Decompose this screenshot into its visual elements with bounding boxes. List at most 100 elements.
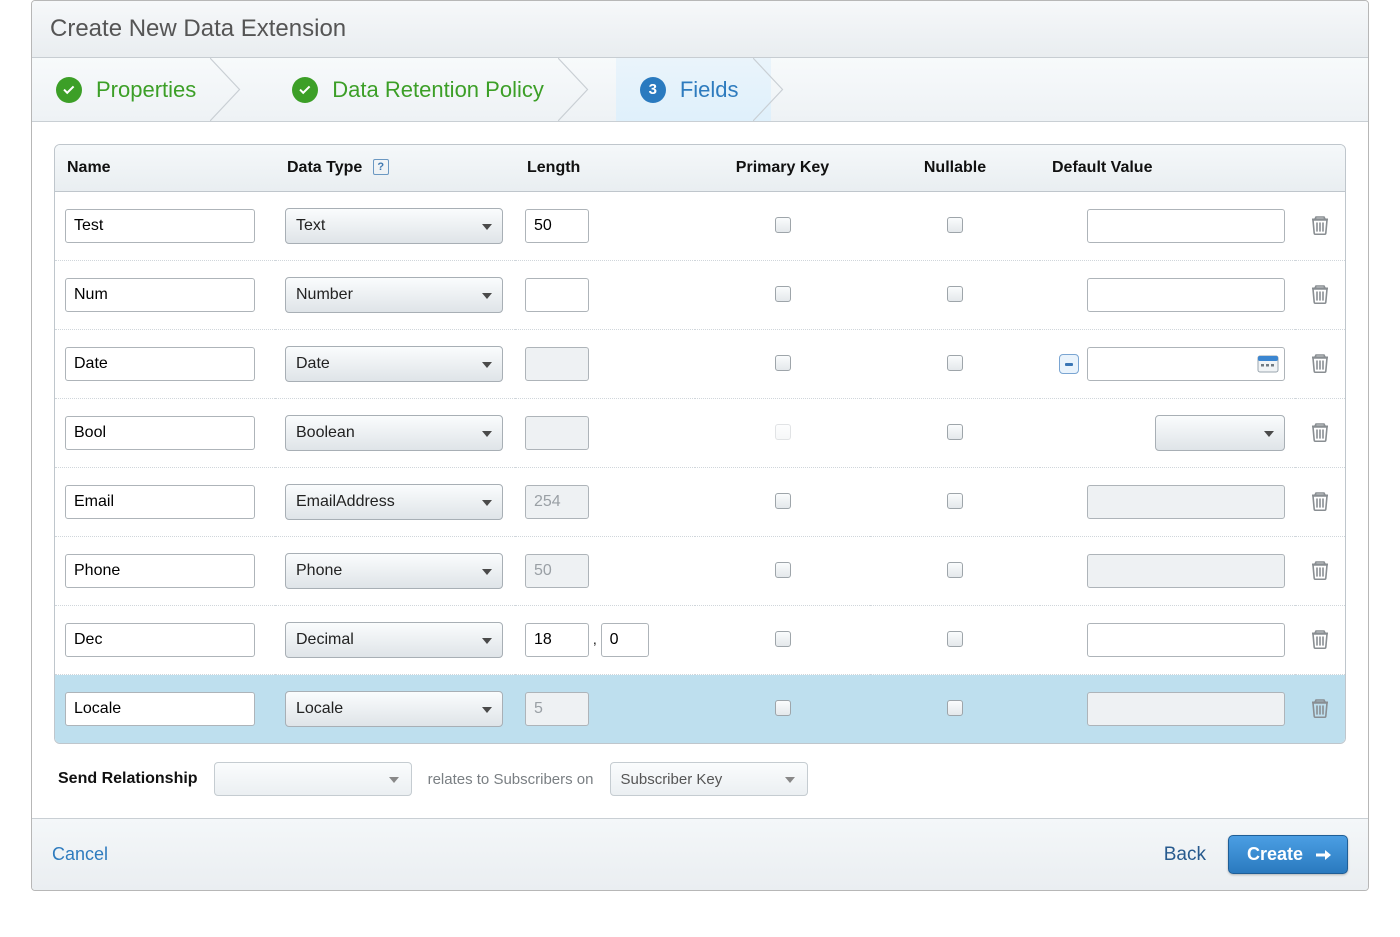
nullable-checkbox[interactable] bbox=[947, 217, 963, 233]
default-value-dropdown[interactable] bbox=[1155, 415, 1285, 451]
wizard-step-label: Data Retention Policy bbox=[332, 77, 544, 103]
default-value-input[interactable] bbox=[1087, 347, 1285, 381]
primary-key-checkbox[interactable] bbox=[775, 562, 791, 578]
field-length-input bbox=[525, 485, 589, 519]
wizard-arrow bbox=[771, 58, 811, 121]
wizard-step-label: Fields bbox=[680, 77, 739, 103]
delete-row-button[interactable] bbox=[1311, 567, 1329, 583]
send-relationship-target-dropdown[interactable]: Subscriber Key bbox=[610, 762, 808, 796]
field-length-input bbox=[525, 554, 589, 588]
default-value-input[interactable] bbox=[1087, 623, 1285, 657]
col-length: Length bbox=[515, 145, 695, 192]
dialog-footer: Cancel Back Create bbox=[32, 818, 1368, 890]
field-type-dropdown[interactable]: Boolean bbox=[285, 415, 503, 451]
wizard-step-retention[interactable]: Data Retention Policy bbox=[268, 58, 576, 121]
primary-key-checkbox[interactable] bbox=[775, 493, 791, 509]
wizard-steps: Properties Data Retention Policy 3 Field… bbox=[32, 58, 1368, 122]
col-pk: Primary Key bbox=[695, 145, 870, 192]
help-icon[interactable]: ? bbox=[373, 159, 389, 175]
date-default-toggle[interactable] bbox=[1059, 354, 1079, 374]
table-row[interactable]: Date bbox=[55, 330, 1345, 399]
col-datatype: Data Type ? bbox=[275, 145, 515, 192]
wizard-arrow bbox=[228, 58, 268, 121]
field-length-input[interactable] bbox=[525, 209, 589, 243]
titlebar: Create New Data Extension bbox=[32, 1, 1368, 58]
send-relationship-row: Send Relationship relates to Subscribers… bbox=[54, 762, 1346, 796]
nullable-checkbox[interactable] bbox=[947, 493, 963, 509]
col-name: Name bbox=[55, 145, 275, 192]
default-value-input bbox=[1087, 692, 1285, 726]
field-name-input[interactable] bbox=[65, 692, 255, 726]
field-scale-input[interactable] bbox=[601, 623, 649, 657]
field-name-input[interactable] bbox=[65, 485, 255, 519]
table-row[interactable]: Text bbox=[55, 192, 1345, 261]
delete-row-button[interactable] bbox=[1311, 498, 1329, 514]
cancel-button[interactable]: Cancel bbox=[52, 844, 108, 865]
table-row[interactable]: Phone bbox=[55, 537, 1345, 606]
wizard-arrow bbox=[576, 58, 616, 121]
delete-row-button[interactable] bbox=[1311, 429, 1329, 445]
table-row[interactable]: EmailAddress bbox=[55, 468, 1345, 537]
field-length-input bbox=[525, 416, 589, 450]
field-name-input[interactable] bbox=[65, 278, 255, 312]
field-length-input[interactable] bbox=[525, 623, 589, 657]
nullable-checkbox[interactable] bbox=[947, 424, 963, 440]
fields-table-header: Name Data Type ? Length Primary Key Null… bbox=[55, 145, 1345, 192]
nullable-checkbox[interactable] bbox=[947, 355, 963, 371]
fields-table: Name Data Type ? Length Primary Key Null… bbox=[54, 144, 1346, 744]
delete-row-button[interactable] bbox=[1311, 705, 1329, 721]
send-relationship-label: Send Relationship bbox=[58, 770, 198, 788]
field-type-dropdown[interactable]: Locale bbox=[285, 691, 503, 727]
field-type-dropdown[interactable]: EmailAddress bbox=[285, 484, 503, 520]
delete-row-button[interactable] bbox=[1311, 360, 1329, 376]
dialog-body: Name Data Type ? Length Primary Key Null… bbox=[32, 122, 1368, 818]
delete-row-button[interactable] bbox=[1311, 222, 1329, 238]
arrow-right-icon bbox=[1313, 845, 1333, 865]
field-type-dropdown[interactable]: Phone bbox=[285, 553, 503, 589]
primary-key-checkbox[interactable] bbox=[775, 217, 791, 233]
table-row[interactable]: Number bbox=[55, 261, 1345, 330]
delete-row-button[interactable] bbox=[1311, 291, 1329, 307]
create-button[interactable]: Create bbox=[1228, 835, 1348, 874]
step-number-badge: 3 bbox=[640, 77, 666, 103]
nullable-checkbox[interactable] bbox=[947, 286, 963, 302]
check-icon bbox=[292, 77, 318, 103]
dialog-window: Create New Data Extension Properties Dat… bbox=[31, 0, 1369, 891]
send-relationship-attribute-dropdown[interactable] bbox=[214, 762, 412, 796]
field-name-input[interactable] bbox=[65, 416, 255, 450]
nullable-checkbox[interactable] bbox=[947, 562, 963, 578]
nullable-checkbox[interactable] bbox=[947, 700, 963, 716]
primary-key-checkbox[interactable] bbox=[775, 631, 791, 647]
field-type-dropdown[interactable]: Date bbox=[285, 346, 503, 382]
calendar-icon[interactable] bbox=[1257, 353, 1279, 376]
delete-row-button[interactable] bbox=[1311, 636, 1329, 652]
field-length-input bbox=[525, 347, 589, 381]
wizard-step-fields[interactable]: 3 Fields bbox=[616, 58, 771, 121]
col-default: Default Value bbox=[1040, 145, 1295, 192]
nullable-checkbox[interactable] bbox=[947, 631, 963, 647]
field-length-input[interactable] bbox=[525, 278, 589, 312]
field-name-input[interactable] bbox=[65, 623, 255, 657]
field-type-dropdown[interactable]: Decimal bbox=[285, 622, 503, 658]
primary-key-checkbox[interactable] bbox=[775, 286, 791, 302]
field-length-input bbox=[525, 692, 589, 726]
create-button-label: Create bbox=[1247, 844, 1303, 865]
back-button[interactable]: Back bbox=[1164, 844, 1206, 866]
field-type-dropdown[interactable]: Number bbox=[285, 277, 503, 313]
field-name-input[interactable] bbox=[65, 347, 255, 381]
send-relationship-note: relates to Subscribers on bbox=[428, 771, 594, 788]
field-name-input[interactable] bbox=[65, 209, 255, 243]
table-row[interactable]: Locale bbox=[55, 675, 1345, 743]
field-type-dropdown[interactable]: Text bbox=[285, 208, 503, 244]
table-row[interactable]: Decimal , bbox=[55, 606, 1345, 675]
default-value-input bbox=[1087, 554, 1285, 588]
col-nullable: Nullable bbox=[870, 145, 1040, 192]
primary-key-checkbox[interactable] bbox=[775, 700, 791, 716]
default-value-input bbox=[1087, 485, 1285, 519]
field-name-input[interactable] bbox=[65, 554, 255, 588]
primary-key-checkbox[interactable] bbox=[775, 355, 791, 371]
default-value-input[interactable] bbox=[1087, 209, 1285, 243]
default-value-input[interactable] bbox=[1087, 278, 1285, 312]
table-row[interactable]: Boolean bbox=[55, 399, 1345, 468]
wizard-step-properties[interactable]: Properties bbox=[32, 58, 228, 121]
